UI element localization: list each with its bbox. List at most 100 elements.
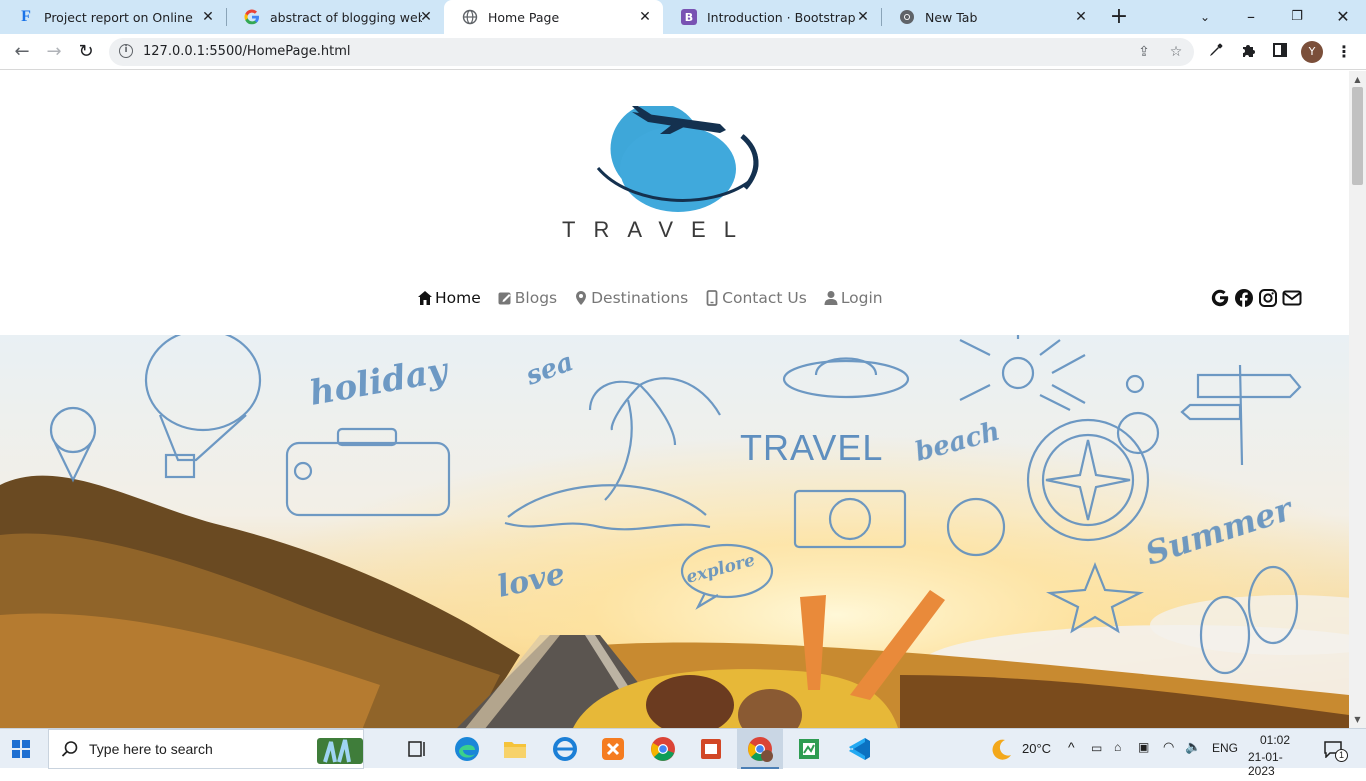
back-button[interactable]: ← <box>10 40 34 64</box>
close-icon[interactable]: ✕ <box>1073 9 1089 25</box>
tab-new-tab[interactable]: New Tab ✕ <box>881 0 1099 34</box>
nav-label: Destinations <box>591 289 689 307</box>
moon-icon <box>992 739 1011 760</box>
tab-title: Introduction · Bootstrap v5.0 <box>707 9 859 25</box>
language-indicator[interactable]: ENG <box>1212 741 1238 781</box>
volume-icon[interactable]: 🔈 <box>1185 739 1201 779</box>
nav-blogs[interactable]: Blogs <box>497 289 557 307</box>
page-viewport: TRAVEL Home Blogs Destinations Contact U… <box>0 71 1349 728</box>
formative-icon: F <box>21 8 31 25</box>
nav-login[interactable]: Login <box>823 289 883 307</box>
close-window-button[interactable]: ✕ <box>1331 5 1355 29</box>
search-placeholder: Type here to search <box>89 741 213 757</box>
facebook-icon[interactable] <box>1234 288 1254 308</box>
tab-title: Home Page <box>488 9 560 25</box>
chrome-icon <box>748 737 773 762</box>
scroll-up-arrow-icon[interactable]: ▲ <box>1353 75 1362 84</box>
clock-time: 01:02 <box>1260 733 1291 747</box>
scroll-thumb[interactable] <box>1352 87 1363 185</box>
new-tab-button[interactable]: + <box>1107 5 1131 29</box>
extensions-puzzle-icon[interactable] <box>1238 42 1258 62</box>
instagram-icon[interactable] <box>1258 288 1278 308</box>
share-icon[interactable]: ⇪ <box>1135 43 1153 61</box>
meet-now-icon[interactable]: ⌂ <box>1114 740 1121 780</box>
hero-banner-image: holiday sea beach love explore Summer TR… <box>0 335 1349 728</box>
menu-kebab-icon[interactable]: ⋮ <box>1334 42 1354 62</box>
close-icon[interactable]: ✕ <box>200 9 216 25</box>
profile-avatar[interactable]: Y <box>1301 41 1323 63</box>
notification-center[interactable]: 1 <box>1322 729 1348 769</box>
google-icon <box>244 9 260 25</box>
wifi-icon[interactable]: ◠ <box>1163 739 1174 779</box>
address-bar[interactable]: i 127.0.0.1:5500/HomePage.html ⇪ ☆ <box>109 38 1194 66</box>
display-icon[interactable]: ▣ <box>1138 740 1149 780</box>
eyedropper-icon[interactable] <box>1206 42 1226 62</box>
close-icon[interactable]: ✕ <box>637 9 653 25</box>
envelope-icon[interactable] <box>1282 288 1302 308</box>
chrome-icon <box>899 9 915 25</box>
info-icon[interactable]: i <box>119 44 133 58</box>
scroll-down-arrow-icon[interactable]: ▼ <box>1353 715 1362 724</box>
chrome-profile-active-app[interactable] <box>737 729 783 769</box>
powerpoint-icon[interactable] <box>697 735 725 763</box>
edge-icon[interactable] <box>453 735 481 763</box>
mobile-icon <box>706 290 718 306</box>
weather-widget[interactable]: 20°C <box>988 729 1058 769</box>
file-explorer-icon[interactable] <box>501 735 529 763</box>
chrome-icon[interactable] <box>649 735 677 763</box>
tab-search-chevron-icon[interactable]: ⌄ <box>1193 5 1217 29</box>
minimize-button[interactable]: – <box>1239 5 1263 29</box>
clock-date: 21-01-2023 <box>1248 750 1283 778</box>
side-panel-icon[interactable] <box>1270 42 1290 62</box>
reload-button[interactable]: ↻ <box>74 40 98 64</box>
nav-label: Login <box>840 289 883 307</box>
browser-toolbar: ← → ↻ i 127.0.0.1:5500/HomePage.html ⇪ ☆… <box>0 34 1366 70</box>
bookmark-star-icon[interactable]: ☆ <box>1167 43 1185 61</box>
house-icon <box>418 291 432 305</box>
nav-label: Contact Us <box>722 289 807 307</box>
pen-square-icon <box>498 292 511 305</box>
social-links <box>1210 288 1302 308</box>
vscode-icon[interactable] <box>845 735 873 763</box>
globe-icon <box>462 9 478 25</box>
battery-icon[interactable]: ▭ <box>1091 741 1102 781</box>
nav-label: Blogs <box>514 289 558 307</box>
tray-chevron-up-icon[interactable]: ^ <box>1068 739 1075 779</box>
weather-temp: 20°C <box>1022 741 1052 756</box>
tab-title: abstract of blogging website <box>270 9 422 25</box>
bootstrap-icon: B <box>681 9 697 25</box>
url-text[interactable]: 127.0.0.1:5500/HomePage.html <box>143 44 350 59</box>
spreadsheet-app-icon[interactable] <box>795 735 823 763</box>
windows-start-icon[interactable] <box>12 740 30 758</box>
nav-destinations[interactable]: Destinations <box>573 289 688 307</box>
close-icon[interactable]: ✕ <box>418 9 434 25</box>
nav-home[interactable]: Home <box>417 289 481 307</box>
clock[interactable]: 01:02 21-01-2023 <box>1246 729 1308 778</box>
nav-label: Home <box>435 289 481 307</box>
main-nav: Home Blogs Destinations Contact Us Login <box>417 289 883 307</box>
tab-bootstrap[interactable]: B Introduction · Bootstrap v5.0 ✕ <box>663 0 882 34</box>
nav-contact-us[interactable]: Contact Us <box>704 289 807 307</box>
doodle-travel: TRAVEL <box>740 427 883 468</box>
task-view-icon[interactable] <box>403 735 431 763</box>
restore-button[interactable]: ❐ <box>1285 5 1309 29</box>
internet-explorer-icon[interactable] <box>551 735 579 763</box>
tab-home-page[interactable]: Home Page ✕ <box>444 0 663 34</box>
search-icon <box>61 741 78 757</box>
tab-title: New Tab <box>925 9 978 25</box>
google-icon[interactable] <box>1210 288 1230 308</box>
map-pin-icon <box>576 291 587 305</box>
user-icon <box>824 291 838 305</box>
xampp-icon[interactable] <box>599 735 627 763</box>
forward-button[interactable]: → <box>42 40 66 64</box>
notification-count-badge: 1 <box>1335 749 1348 762</box>
tab-abstract-blogging[interactable]: abstract of blogging website ✕ <box>226 0 444 34</box>
page-scrollbar[interactable]: ▲ ▼ <box>1349 71 1366 728</box>
logo-wordmark: TRAVEL <box>562 217 754 242</box>
taskbar-search[interactable]: Type here to search <box>48 729 364 769</box>
search-highlight-image <box>317 738 363 764</box>
tab-title: Project report on Online Blog <box>44 9 196 25</box>
tab-project-report[interactable]: F Project report on Online Blog ✕ <box>0 0 227 34</box>
close-icon[interactable]: ✕ <box>855 9 871 25</box>
tab-strip: F Project report on Online Blog ✕ abstra… <box>0 0 1366 34</box>
